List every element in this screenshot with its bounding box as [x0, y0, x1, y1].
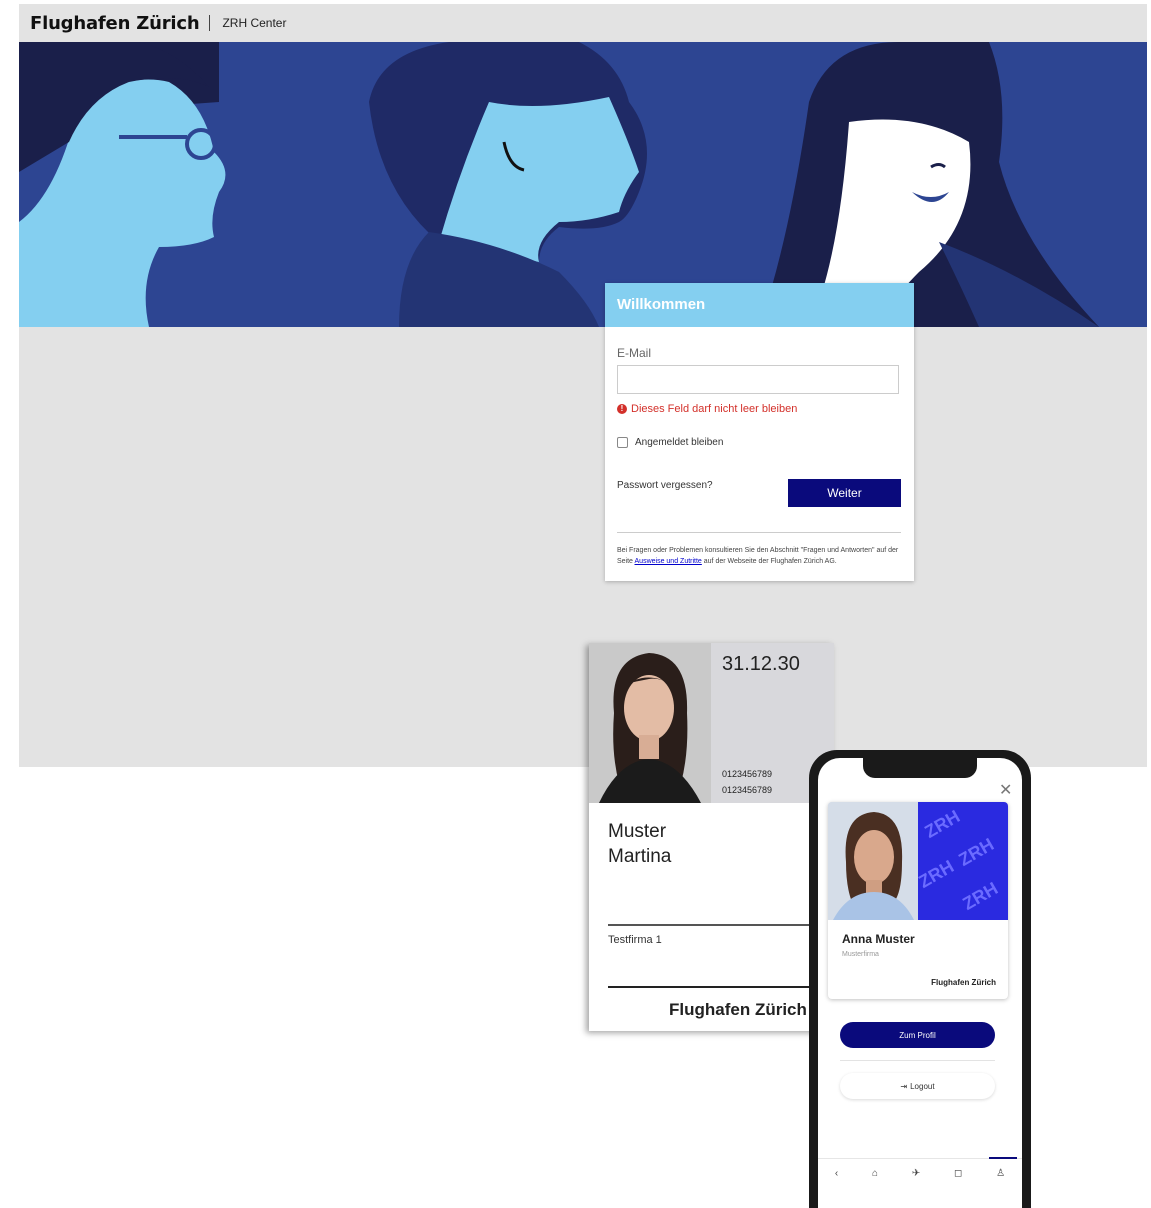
phone-screen: ✕ ZRH ZRH ZRH ZRH Anna Muster Musterfirm…: [818, 758, 1022, 1208]
error-text: Dieses Feld darf nicht leer bleiben: [631, 403, 798, 415]
back-icon[interactable]: ‹: [835, 1168, 838, 1179]
badge-number: 0123456789: [722, 785, 773, 795]
logout-icon: ⇥: [900, 1081, 908, 1091]
login-title: Willkommen: [605, 283, 914, 327]
pattern-text: ZRH: [955, 834, 998, 870]
error-icon: !: [617, 404, 627, 414]
app-window: Flughafen Zürich ZRH Center Willkommen E…: [19, 4, 1147, 767]
id-badge: 31.12.30 0123456789 0123456789 Muster Ma…: [589, 643, 834, 1031]
badge-last-name: Muster: [608, 821, 667, 842]
hero-illustration: [19, 42, 1147, 327]
profile-photo: [828, 802, 918, 920]
profile-button[interactable]: Zum Profil: [840, 1022, 995, 1048]
pattern-text: ZRH: [921, 806, 964, 842]
brand-logo[interactable]: Flughafen Zürich: [30, 13, 200, 34]
email-error: ! Dieses Feld darf nicht leer bleiben: [617, 403, 797, 415]
logout-label: Logout: [910, 1081, 935, 1091]
badge-photo: [589, 643, 711, 803]
forgot-password-link[interactable]: Passwort vergessen?: [617, 480, 713, 491]
remember-me[interactable]: Angemeldet bleiben: [617, 437, 723, 448]
divider: [840, 1060, 995, 1061]
badge-brand: Flughafen Zürich: [669, 1000, 807, 1019]
remember-checkbox[interactable]: [617, 437, 628, 448]
help-link[interactable]: Ausweise und Zutritte: [635, 558, 702, 565]
phone-mockup: ✕ ZRH ZRH ZRH ZRH Anna Muster Musterfirm…: [809, 750, 1031, 1208]
close-icon[interactable]: ✕: [999, 780, 1012, 800]
top-bar: Flughafen Zürich ZRH Center: [19, 4, 1147, 42]
profile-brand: Flughafen Zürich: [931, 978, 996, 987]
bag-icon[interactable]: ◻: [954, 1168, 962, 1179]
email-input[interactable]: [617, 365, 899, 394]
profile-name: Anna Muster: [842, 932, 915, 946]
home-icon[interactable]: ⌂: [872, 1168, 878, 1179]
divider: [617, 532, 901, 533]
pattern-text: ZRH: [959, 878, 1002, 914]
phone-notch: [863, 758, 977, 778]
profile-company: Musterfirma: [842, 951, 879, 958]
login-card: Willkommen E-Mail ! Dieses Feld darf nic…: [605, 283, 914, 581]
plane-icon[interactable]: ✈: [912, 1168, 920, 1179]
tab-bar: ‹ ⌂ ✈ ◻ ♙: [818, 1156, 1022, 1187]
divider: [608, 924, 834, 926]
zrh-pattern: ZRH ZRH ZRH ZRH: [918, 802, 1008, 920]
user-icon[interactable]: ♙: [989, 1156, 1018, 1179]
badge-expiry: 31.12.30: [722, 653, 800, 675]
help-text: Bei Fragen oder Problemen konsultieren S…: [617, 545, 907, 567]
profile-card: ZRH ZRH ZRH ZRH Anna Muster Musterfirma …: [828, 802, 1008, 999]
badge-number: 0123456789: [722, 769, 773, 779]
badge-first-name: Martina: [608, 846, 672, 867]
logout-button[interactable]: ⇥ Logout: [840, 1073, 995, 1099]
help-text-suffix: auf der Webseite der Flughafen Zürich AG…: [701, 558, 837, 565]
badge-company: Testfirma 1: [608, 934, 662, 946]
email-label: E-Mail: [617, 346, 652, 360]
divider: [608, 986, 834, 988]
app-name: ZRH Center: [222, 16, 287, 30]
divider: [209, 15, 211, 31]
remember-label[interactable]: Angemeldet bleiben: [635, 437, 723, 448]
pattern-text: ZRH: [918, 856, 958, 892]
submit-button[interactable]: Weiter: [788, 479, 901, 507]
